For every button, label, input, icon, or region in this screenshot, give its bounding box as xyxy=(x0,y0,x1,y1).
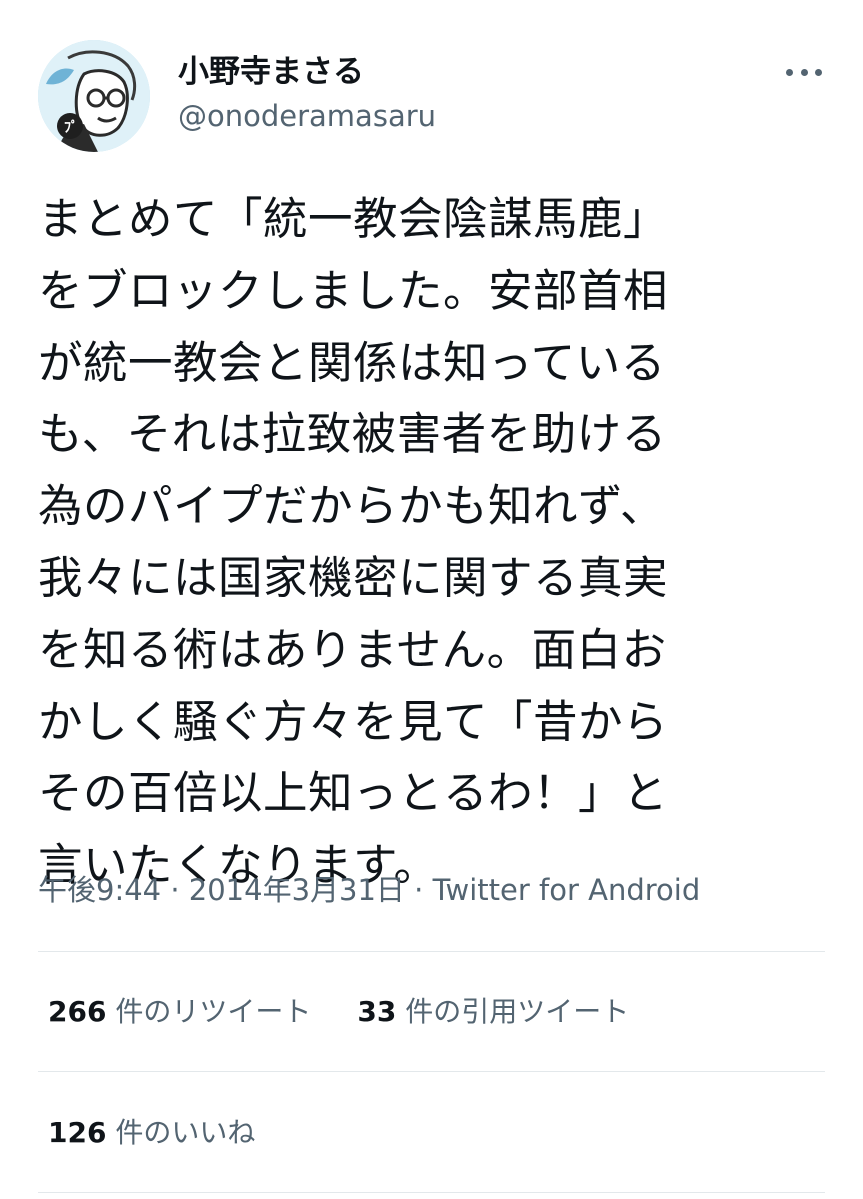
user-handle[interactable]: @onoderamasaru xyxy=(178,96,436,136)
tweet-meta: 午後9:44 · 2014年3月31日 · Twitter for Androi… xyxy=(38,866,700,914)
divider xyxy=(38,1071,825,1072)
more-dots-icon xyxy=(800,68,808,76)
engagement-stats: 266 件のリツイート 33 件の引用ツイート xyxy=(48,992,629,1032)
retweets-count: 266 xyxy=(48,995,107,1028)
retweets-stat[interactable]: 266 件のリツイート xyxy=(48,992,311,1032)
more-dots-icon xyxy=(815,68,822,76)
user-info: 小野寺まさる @onoderamasaru xyxy=(178,52,436,136)
more-dots-icon xyxy=(786,68,793,76)
retweets-label: 件のリツイート xyxy=(106,995,312,1028)
divider xyxy=(38,1192,825,1193)
tweet-date[interactable]: 2014年3月31日 xyxy=(189,873,405,907)
meta-separator: · xyxy=(161,873,189,907)
tweet-header: ﾌﾟ 小野寺まさる @onoderamasaru xyxy=(38,40,828,152)
likes-label: 件のいいね xyxy=(106,1116,256,1149)
likes-row: 126 件のいいね xyxy=(48,1113,255,1153)
svg-text:ﾌﾟ: ﾌﾟ xyxy=(64,119,78,136)
display-name[interactable]: 小野寺まさる xyxy=(178,52,436,92)
avatar-portrait-icon: ﾌﾟ xyxy=(38,40,150,152)
quotes-stat[interactable]: 33 件の引用ツイート xyxy=(357,992,629,1032)
meta-separator: · xyxy=(404,873,433,907)
quotes-count: 33 xyxy=(357,995,397,1028)
avatar[interactable]: ﾌﾟ xyxy=(38,40,150,152)
tweet-source[interactable]: Twitter for Android xyxy=(433,873,701,907)
quotes-label: 件の引用ツイート xyxy=(396,995,630,1028)
likes-count: 126 xyxy=(48,1116,107,1149)
divider xyxy=(38,951,825,952)
tweet-time[interactable]: 午後9:44 xyxy=(38,873,161,907)
more-options-button[interactable] xyxy=(786,60,822,84)
likes-stat[interactable]: 126 件のいいね xyxy=(48,1113,255,1153)
tweet-text: まとめて「統一教会陰謀馬鹿」 をブロックしました。安部首相 が統一教会と関係は知… xyxy=(38,194,669,892)
